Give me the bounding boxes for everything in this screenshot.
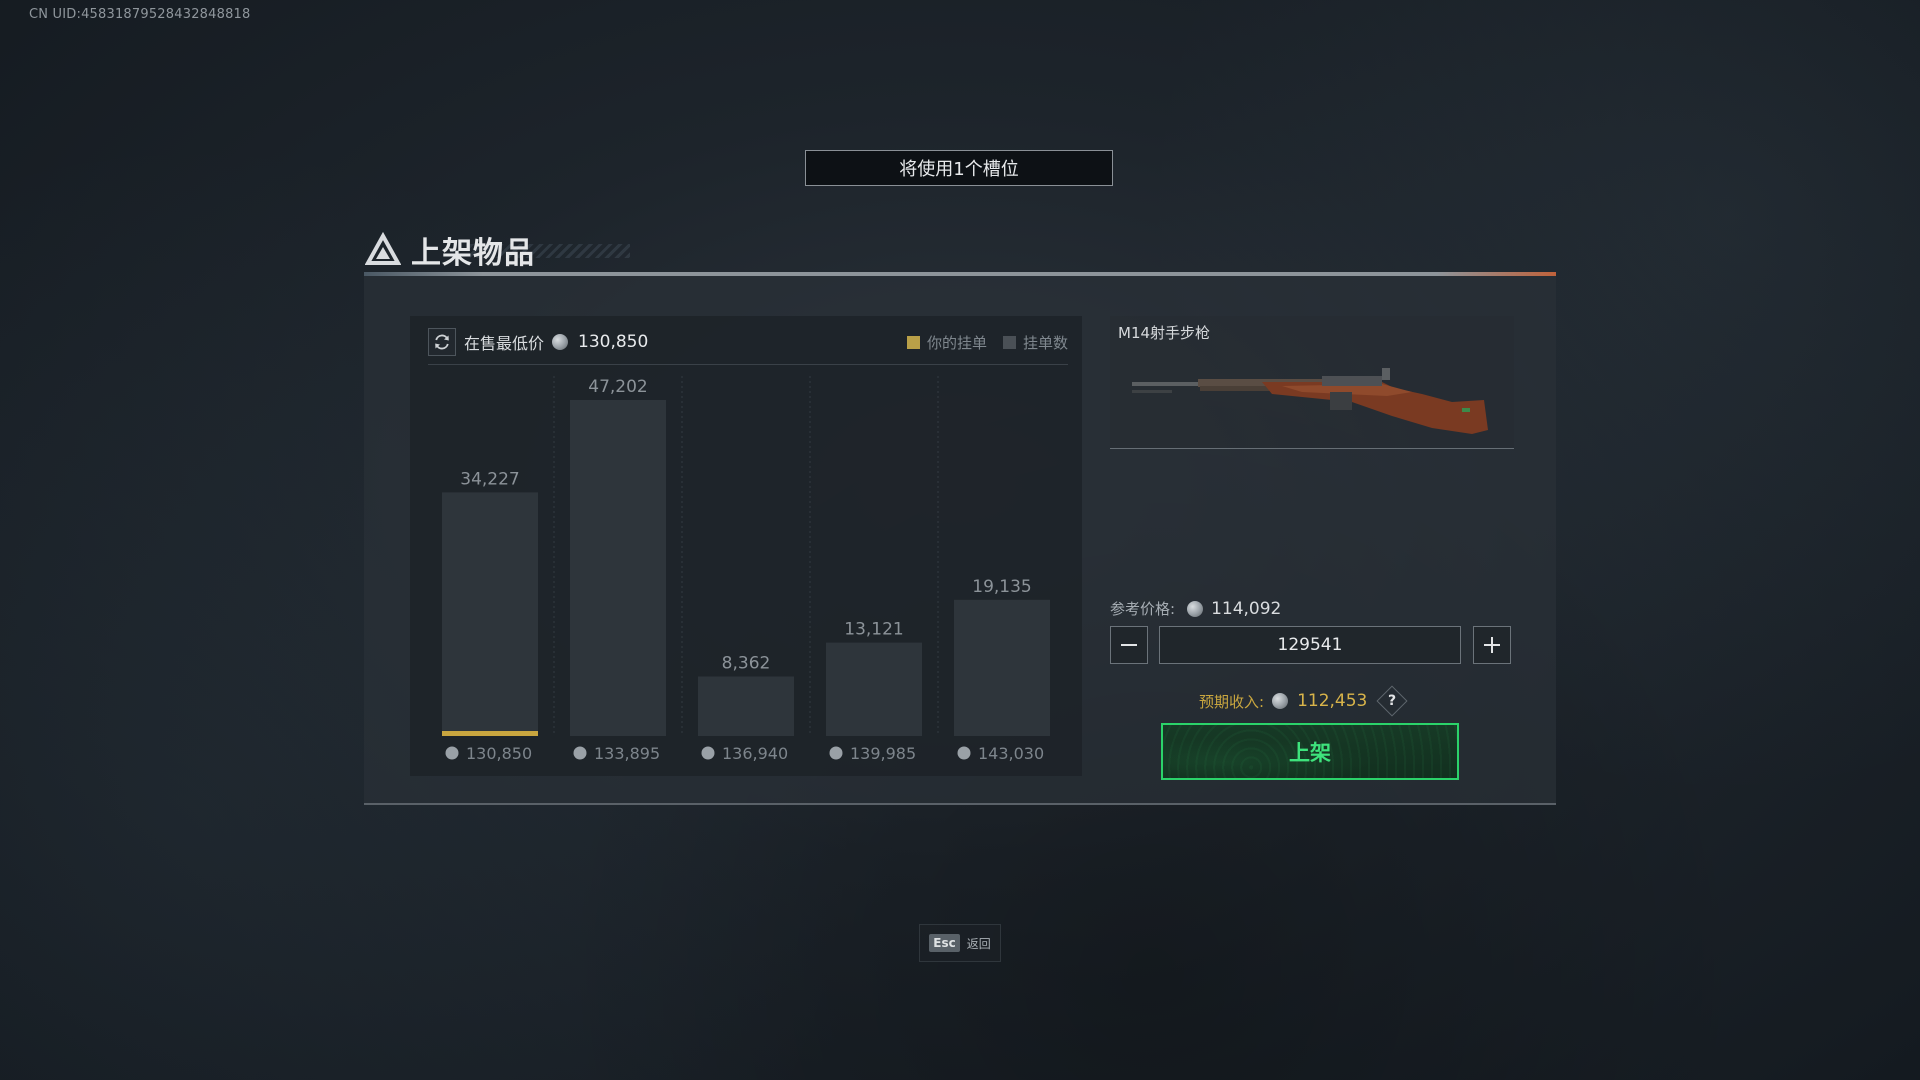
user-id-text: CN UID:45831879528432848818 bbox=[29, 7, 251, 22]
price-distribution-chart: 在售最低价 130,850 你的挂单 挂单数 34,227 130,850 47,2… bbox=[410, 316, 1082, 776]
expected-income-value: 112,453 bbox=[1297, 691, 1368, 711]
reference-price-value: 114,092 bbox=[1211, 598, 1282, 619]
bar-value-label: 8,362 bbox=[722, 653, 771, 673]
list-item-button-label: 上架 bbox=[1289, 740, 1331, 765]
bar-value-label: 19,135 bbox=[972, 577, 1031, 597]
help-icon: ? bbox=[1388, 693, 1397, 709]
chart-bar bbox=[442, 492, 538, 736]
page-title-group: 上架物品 bbox=[365, 228, 535, 272]
x-tick-label: 143,030 bbox=[978, 744, 1044, 763]
x-tick-label: 139,985 bbox=[850, 744, 916, 763]
coin-icon bbox=[701, 746, 715, 760]
chart-bar bbox=[954, 599, 1050, 736]
chart-bar bbox=[698, 676, 794, 736]
coin-icon bbox=[1272, 693, 1289, 709]
list-item-button[interactable]: 上架 bbox=[1161, 723, 1459, 780]
x-tick-label: 130,850 bbox=[466, 744, 532, 763]
bar-value-label: 34,227 bbox=[460, 469, 519, 489]
back-label: 返回 bbox=[966, 936, 991, 951]
page-title: 上架物品 bbox=[411, 236, 535, 271]
esc-key-icon: Esc bbox=[929, 934, 960, 952]
expected-income-label: 预期收入: bbox=[1199, 692, 1265, 711]
back-button[interactable]: Esc 返回 bbox=[919, 924, 1001, 962]
minus-icon bbox=[1121, 644, 1137, 646]
item-card: M14射手步枪 bbox=[1110, 316, 1514, 449]
price-input[interactable] bbox=[1159, 626, 1461, 664]
reference-price-label: 参考价格: bbox=[1110, 600, 1176, 618]
decrease-price-button[interactable] bbox=[1110, 626, 1148, 664]
coin-icon bbox=[829, 746, 843, 760]
chart-canvas: 34,227 130,850 47,202 133,895 8,362 136,940 13… bbox=[442, 376, 1050, 763]
x-tick-label: 133,895 bbox=[594, 744, 660, 763]
coin-icon bbox=[1187, 600, 1204, 617]
delta-logo-icon bbox=[365, 232, 401, 265]
chart-bar bbox=[826, 642, 922, 736]
coin-icon bbox=[573, 746, 587, 760]
increase-price-button[interactable] bbox=[1473, 626, 1511, 664]
x-tick-label: 136,940 bbox=[722, 744, 788, 763]
m14-rifle-image bbox=[1132, 368, 1488, 434]
expected-income-row: 预期收入: 112,453 ? bbox=[1199, 685, 1408, 717]
listing-panel: 在售最低价 130,850 你的挂单 挂单数 34,227 130,850 47,2… bbox=[364, 272, 1556, 805]
your-listing-marker bbox=[442, 731, 538, 736]
chart-bar bbox=[570, 400, 666, 736]
income-help-button[interactable]: ? bbox=[1376, 685, 1408, 717]
coin-icon bbox=[445, 746, 459, 760]
bar-value-label: 47,202 bbox=[588, 377, 647, 397]
item-name: M14射手步枪 bbox=[1118, 324, 1211, 342]
slot-usage-banner: 将使用1个槽位 bbox=[805, 150, 1113, 186]
bar-value-label: 13,121 bbox=[844, 620, 903, 640]
reference-price-row: 参考价格: 114,092 bbox=[1110, 598, 1281, 619]
coin-icon bbox=[957, 746, 971, 760]
plus-icon bbox=[1484, 637, 1500, 653]
